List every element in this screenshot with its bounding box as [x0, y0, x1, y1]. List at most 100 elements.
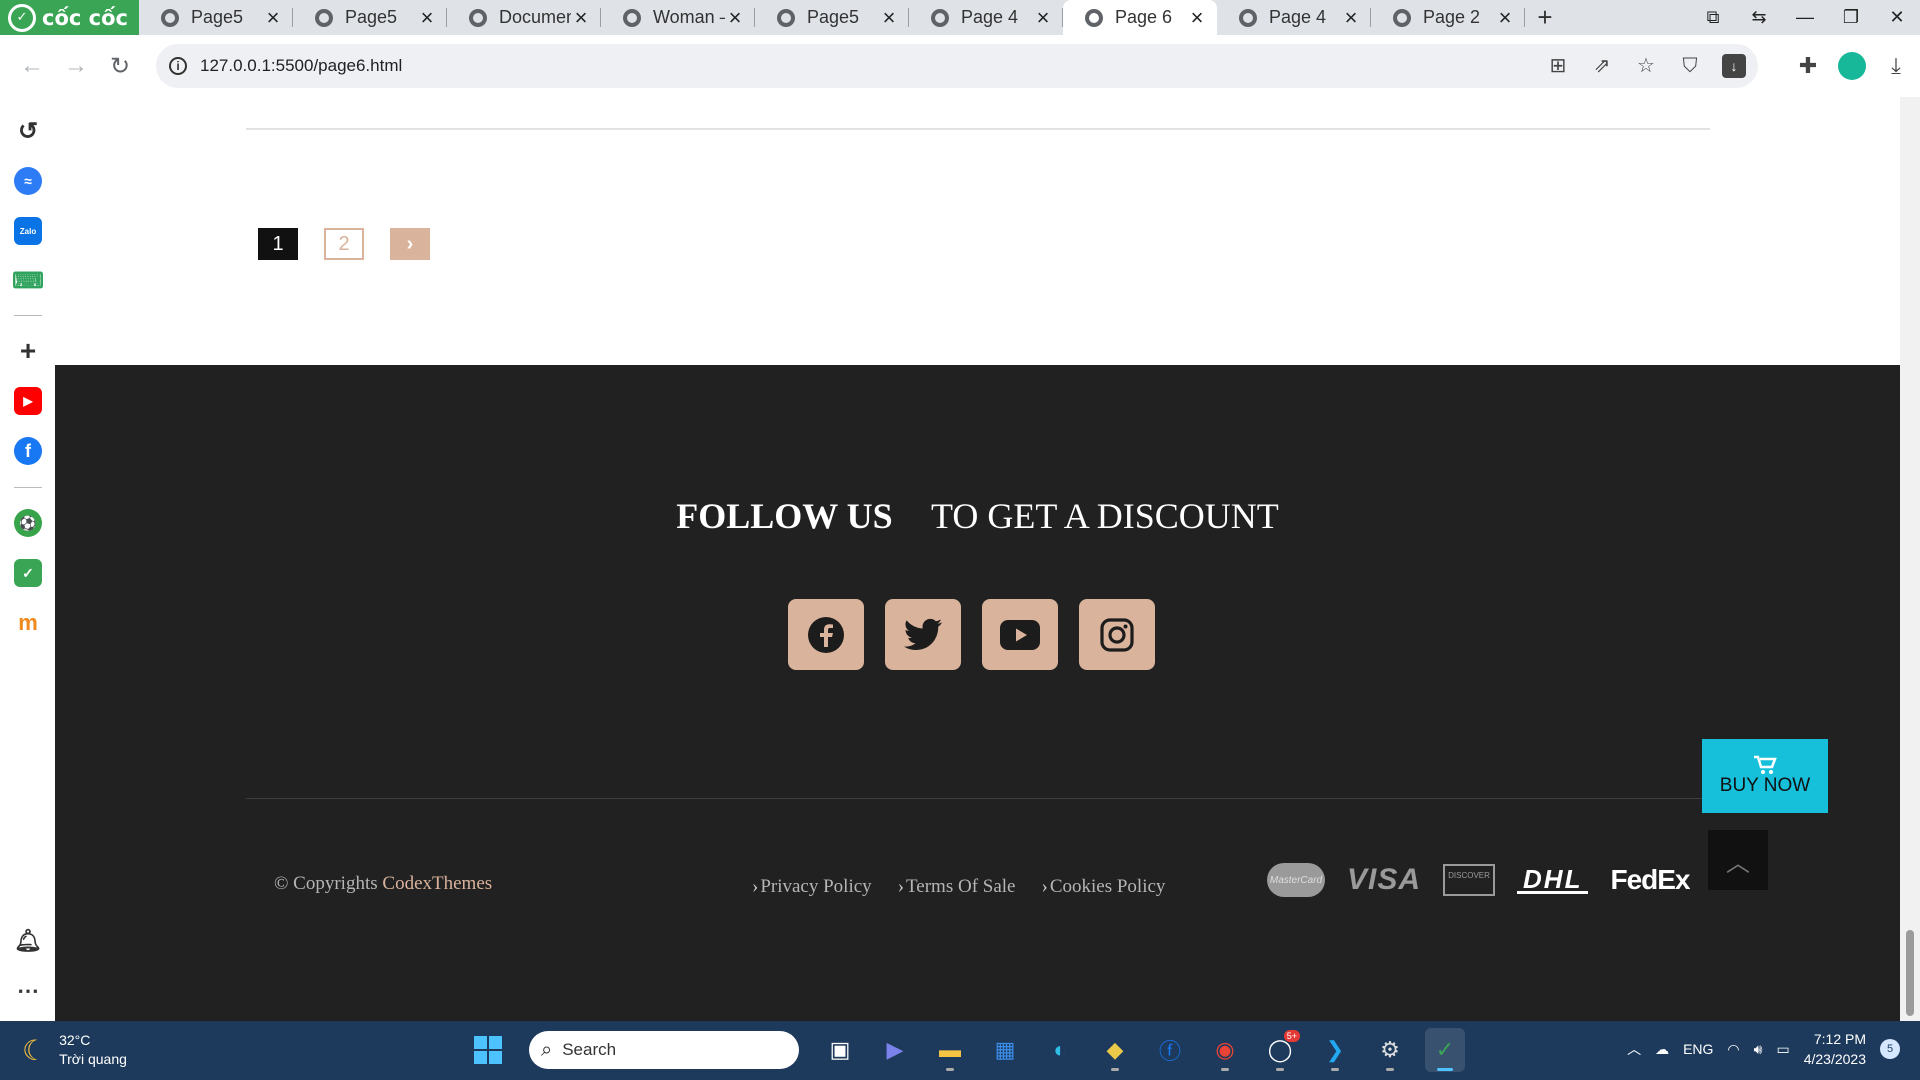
browser-tab[interactable]: Page5 ×	[293, 0, 447, 35]
browser-tab[interactable]: Page5 ×	[139, 0, 293, 35]
coccoc-button[interactable]: ✓	[1425, 1028, 1465, 1072]
file-explorer-button[interactable]: ▬	[930, 1028, 970, 1072]
store-icon: ▦	[994, 1037, 1016, 1062]
cloud-icon[interactable]: ☁	[1655, 1041, 1669, 1058]
teams-chat-button[interactable]: ▶	[875, 1028, 915, 1072]
copyright-brand-link[interactable]: CodexThemes	[382, 873, 492, 894]
close-tab-icon[interactable]: ×	[1495, 5, 1515, 31]
browser-tab[interactable]: Document×	[447, 0, 601, 35]
edge-icon: ◐	[1053, 1037, 1067, 1062]
volume-icon[interactable]: 🔊︎	[1754, 1041, 1763, 1058]
back-button[interactable]: ←	[10, 44, 54, 88]
footer-divider	[246, 798, 1710, 799]
task-view-button[interactable]: ▣	[820, 1028, 860, 1072]
reload-button[interactable]: ↻	[98, 44, 142, 88]
taskbar-apps: ⌕ Search ▣ ▶ ▬ ▦ ◐ ◆ ⓕ ◉ ◯ 5+ ❯ ⚙ ✓	[468, 1028, 1465, 1072]
facebook-app-button[interactable]: ⓕ	[1150, 1028, 1190, 1072]
address-bar-url[interactable]: 127.0.0.1:5500/page6.html	[200, 56, 402, 76]
terms-of-sale-link[interactable]: › Terms Of Sale	[898, 876, 1016, 898]
payment-logos: MasterCard VISA DISCOVER DHL FedEx	[1267, 863, 1691, 897]
cookies-policy-link[interactable]: › Cookies Policy	[1042, 876, 1166, 898]
notification-count-badge[interactable]: 5	[1880, 1039, 1900, 1059]
browser-tab[interactable]: Woman – ×	[601, 0, 755, 35]
page-1-button[interactable]: 1	[258, 228, 298, 260]
page-scrollbar[interactable]	[1900, 97, 1920, 1021]
profile-avatar[interactable]	[1838, 52, 1866, 80]
share-icon[interactable]: ⇗	[1590, 54, 1614, 78]
settings-button[interactable]: ⚙	[1370, 1028, 1410, 1072]
instagram-link[interactable]	[1079, 599, 1155, 670]
zalo-icon[interactable]: Zalo	[14, 217, 42, 245]
browser-tab[interactable]: Page 6 ×	[1063, 0, 1217, 35]
content-divider	[246, 128, 1710, 130]
youtube-icon[interactable]: ▶	[14, 387, 42, 415]
chevron-right-icon: ›	[752, 876, 759, 897]
git-app-button[interactable]: ◆	[1095, 1028, 1135, 1072]
buy-now-button[interactable]: BUY NOW	[1702, 739, 1828, 813]
clock[interactable]: 7:12 PM 4/23/2023	[1804, 1029, 1866, 1069]
close-tab-icon[interactable]: ×	[879, 5, 899, 31]
forward-button[interactable]: →	[54, 44, 98, 88]
messenger-icon[interactable]: ≈	[14, 167, 42, 195]
notification-bell-icon[interactable]: 🔔︎	[14, 927, 42, 955]
edge-button[interactable]: ◐	[1040, 1028, 1080, 1072]
next-page-button[interactable]: ›	[390, 228, 430, 260]
minimize-button[interactable]: —	[1782, 0, 1828, 35]
weather-widget[interactable]: ☾ 32°C Trời quang	[22, 1031, 127, 1069]
close-window-button[interactable]: ✕	[1874, 0, 1920, 35]
maximize-button[interactable]: ❐	[1828, 0, 1874, 35]
more-options-icon[interactable]: ⋯	[14, 977, 42, 1005]
battery-icon[interactable]: ▭	[1776, 1041, 1789, 1058]
twitter-link[interactable]	[885, 599, 961, 670]
language-indicator[interactable]: ENG	[1683, 1041, 1713, 1057]
close-tab-icon[interactable]: ×	[1341, 5, 1361, 31]
browser-tab[interactable]: Page 4 ×	[1217, 0, 1371, 35]
chevron-up-icon[interactable]: ︿	[1627, 1039, 1641, 1059]
close-tab-icon[interactable]: ×	[263, 5, 283, 31]
shopping-icon[interactable]: m	[14, 609, 42, 637]
close-tab-icon[interactable]: ×	[417, 5, 437, 31]
wifi-icon[interactable]: ◠	[1727, 1041, 1739, 1058]
start-button[interactable]	[468, 1028, 508, 1072]
security-shield-icon[interactable]: ✓	[14, 559, 42, 587]
globe-icon	[469, 8, 487, 27]
close-tab-icon[interactable]: ×	[725, 5, 745, 31]
downloads-icon[interactable]: ⤓	[1882, 53, 1910, 79]
facebook-icon[interactable]: f	[14, 437, 42, 465]
browser-brand[interactable]: ✓ cốc cốc	[0, 0, 139, 35]
page-2-button[interactable]: 2	[324, 228, 364, 260]
address-bar[interactable]: i 127.0.0.1:5500/page6.html ⊞ ⇗ ☆ ⛉ ↓	[156, 44, 1758, 88]
browser-tab[interactable]: Page 2 ×	[1371, 0, 1525, 35]
close-tab-icon[interactable]: ×	[571, 5, 591, 31]
game-controller-icon[interactable]: ⌨	[12, 267, 44, 295]
browser-tab[interactable]: Page 4 ×	[909, 0, 1063, 35]
store-button[interactable]: ▦	[985, 1028, 1025, 1072]
bookmark-star-icon[interactable]: ☆	[1634, 54, 1658, 78]
close-tab-icon[interactable]: ×	[1033, 5, 1053, 31]
new-tab-button[interactable]: +	[1525, 0, 1565, 35]
browser-tabstrip: ✓ cốc cốc Page5×Page5×Document×Woman –×P…	[0, 0, 1920, 35]
youtube-link[interactable]	[982, 599, 1058, 670]
privacy-policy-link[interactable]: › Privacy Policy	[752, 876, 872, 898]
extensions-icon[interactable]: ✚	[1794, 53, 1822, 79]
taskbar-search[interactable]: ⌕ Search	[529, 1031, 799, 1069]
history-icon[interactable]: ↺	[14, 117, 42, 145]
football-icon[interactable]: ⚽	[14, 509, 42, 537]
close-tab-icon[interactable]: ×	[1187, 5, 1207, 31]
vscode-button[interactable]: ❯	[1315, 1028, 1355, 1072]
browser-tab[interactable]: Page5 ×	[755, 0, 909, 35]
download-video-icon[interactable]: ↓	[1722, 54, 1746, 78]
tab-search-icon[interactable]: ⧉	[1690, 0, 1736, 35]
facebook-link[interactable]	[788, 599, 864, 670]
add-shortcut-icon[interactable]: +	[14, 335, 42, 366]
site-footer: FOLLOW US TO GET A DISCOUNT © Copyrights…	[55, 365, 1900, 1021]
site-info-icon[interactable]: i	[156, 57, 200, 75]
sidebar-toggle-icon[interactable]: ⇆	[1736, 0, 1782, 35]
zalo-badge: 5+	[1283, 1030, 1300, 1042]
zalo-app-button[interactable]: ◯ 5+	[1260, 1028, 1300, 1072]
scroll-to-top-button[interactable]: ︿	[1708, 830, 1768, 890]
translate-icon[interactable]: ⊞	[1546, 54, 1570, 78]
scrollbar-thumb[interactable]	[1906, 930, 1914, 1016]
shield-icon[interactable]: ⛉	[1678, 54, 1702, 78]
chrome-button[interactable]: ◉	[1205, 1028, 1245, 1072]
